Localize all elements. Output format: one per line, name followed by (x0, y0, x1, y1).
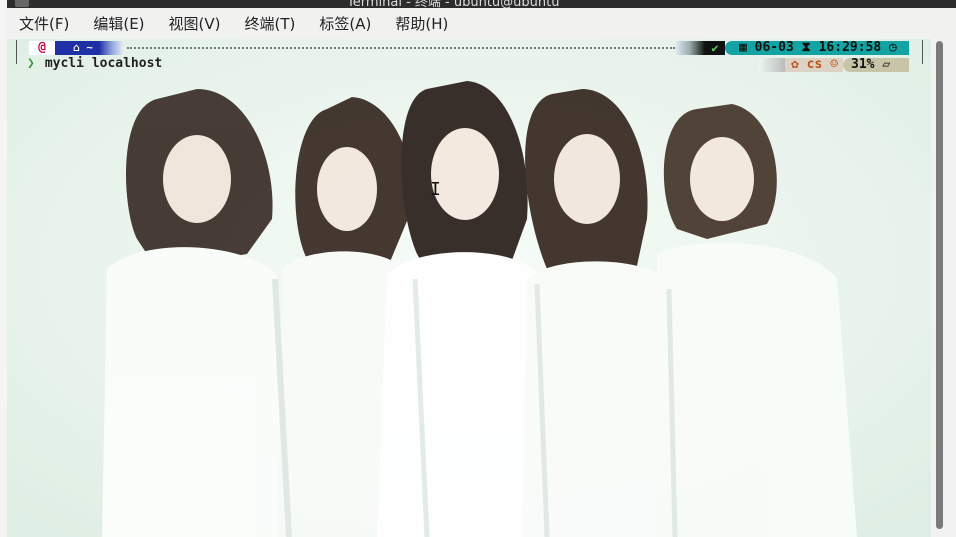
menu-view[interactable]: 视图(V) (157, 13, 233, 34)
text-cursor-icon: I (430, 179, 441, 200)
segment-fade-left (99, 41, 123, 55)
vertical-scrollbar[interactable] (931, 39, 956, 537)
clock-icon: ◷ (889, 40, 897, 55)
gear-icon: ✿ (791, 57, 799, 72)
menu-tabs[interactable]: 标签(A) (307, 13, 383, 34)
battery-segment: 31% ▱ (843, 58, 909, 72)
window-title: Terminal - 终端 - ubuntu@ubuntu (347, 0, 560, 8)
scrollbar-thumb[interactable] (936, 41, 943, 529)
prompt-filler-dots (127, 47, 675, 49)
menu-file[interactable]: 文件(F) (7, 13, 81, 34)
time-text: 16:29:58 (818, 40, 882, 55)
terminal-app-icon (15, 0, 29, 7)
home-icon: ⌂ (73, 41, 80, 54)
prompt-chevron-icon: ❯ (27, 56, 35, 71)
segment-fade-row2 (759, 58, 785, 72)
battery-icon: ▱ (882, 57, 891, 72)
window-titlebar[interactable]: Terminal - 终端 - ubuntu@ubuntu (7, 0, 956, 8)
debian-swirl-icon: @ (29, 41, 55, 55)
hourglass-icon: ⧗ (801, 40, 811, 55)
command-text: mycli localhost (44, 56, 163, 71)
checkmark-icon: ✔ (705, 41, 725, 55)
menu-bar: 文件(F) 编辑(E) 视图(V) 终端(T) 标签(A) 帮助(H) (7, 8, 956, 40)
command-line[interactable]: ❯ mycli localhost (27, 56, 162, 71)
calendar-icon: ▦ (739, 40, 747, 55)
menu-terminal[interactable]: 终端(T) (233, 13, 308, 34)
datetime-segment: ▦ 06-03 ⧗ 16:29:58 ◷ (725, 41, 909, 55)
battery-text: 31% (851, 57, 875, 72)
date-text: 06-03 (754, 40, 794, 55)
context-text: cs (806, 57, 823, 72)
terminal-background-photo (7, 39, 931, 537)
terminal-area[interactable]: @ ⌂ ~ ✔ ▦ 06-03 ⧗ 16:29:58 ◷ ✿ cs ☺ 31% … (7, 39, 931, 537)
menu-help[interactable]: 帮助(H) (383, 13, 460, 34)
menu-edit[interactable]: 编辑(E) (81, 13, 156, 34)
home-directory-label: ~ (86, 41, 93, 54)
segment-fade-right (675, 41, 705, 55)
smiley-icon: ☺ (830, 57, 838, 72)
context-segment: ✿ cs ☺ (785, 58, 843, 72)
